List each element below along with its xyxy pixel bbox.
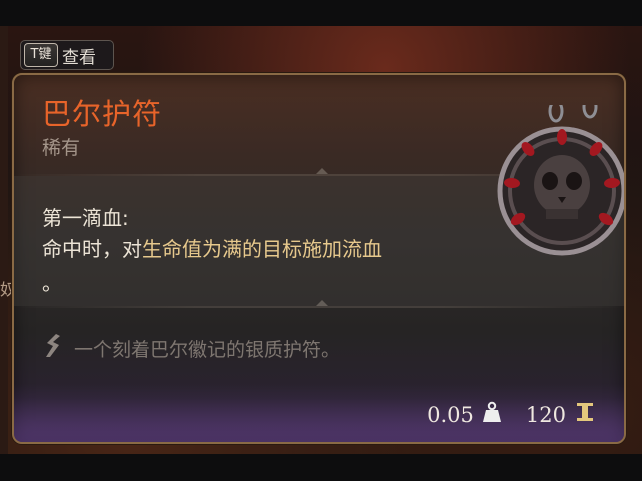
skull-amulet-icon xyxy=(484,75,624,325)
inspect-key-hint[interactable]: T键 查看 xyxy=(20,40,114,70)
item-name: 巴尔护符 xyxy=(42,97,163,131)
weight-icon xyxy=(482,401,502,428)
tooltip-footer: 0.05 120 xyxy=(14,384,624,442)
inspect-label: 查看 xyxy=(62,47,96,68)
weight-value: 0.05 xyxy=(427,402,474,427)
bottom-letterbox xyxy=(0,454,642,481)
item-tooltip: 巴尔护符 稀有 第一滴血: 命中时，对生命值为满的目标施加流血。 一个刻着巴尔徽… xyxy=(12,73,626,444)
passive-desc-suffix: 。 xyxy=(42,271,62,295)
gold-coin-icon xyxy=(574,401,596,428)
passive-desc-prefix: 命中时，对 xyxy=(42,237,142,261)
item-rarity: 稀有 xyxy=(42,137,81,159)
price-value: 120 xyxy=(525,402,566,427)
flavor-row: 一个刻着巴尔徽记的银质护符。 xyxy=(42,333,340,363)
feather-quill-icon xyxy=(42,333,64,363)
passive-title: 第一滴血: xyxy=(42,206,129,230)
passive-desc-highlight: 生命值为满的目标施加流血 xyxy=(142,237,382,261)
top-letterbox xyxy=(0,0,642,26)
t-key-cap: T键 xyxy=(24,43,58,67)
background-frame-edge xyxy=(0,26,8,454)
item-stats: 0.05 120 xyxy=(427,401,596,428)
flavor-text: 一个刻着巴尔徽记的银质护符。 xyxy=(74,338,341,361)
passive-description: 命中时，对生命值为满的目标施加流血。 xyxy=(42,232,442,300)
